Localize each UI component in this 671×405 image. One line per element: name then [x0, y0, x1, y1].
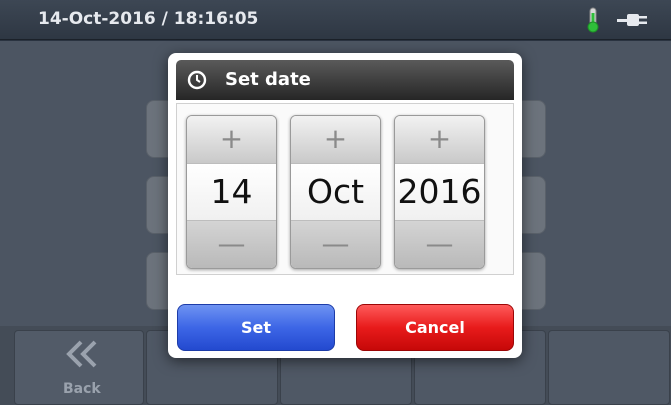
power-plug-icon — [617, 14, 647, 26]
status-bar: 14-Oct-2016 / 18:16:05 — [0, 0, 671, 40]
day-spinner: + 14 — — [186, 115, 277, 269]
year-spinner: + 2016 — — [394, 115, 485, 269]
month-decrement-button[interactable]: — — [291, 220, 380, 268]
month-increment-button[interactable]: + — [291, 116, 380, 164]
day-decrement-button[interactable]: — — [187, 220, 276, 268]
set-date-dialog: Set date + 14 — + Oct — + 2016 — Set Can… — [168, 53, 522, 358]
month-value: Oct — [291, 164, 380, 220]
year-increment-button[interactable]: + — [395, 116, 484, 164]
clock-icon — [187, 70, 207, 90]
day-increment-button[interactable]: + — [187, 116, 276, 164]
month-spinner: + Oct — — [290, 115, 381, 269]
thermometer-icon — [587, 7, 599, 33]
bottom-bar-segment — [548, 330, 670, 405]
status-datetime: 14-Oct-2016 / 18:16:05 — [38, 9, 259, 29]
dialog-header: Set date — [176, 60, 514, 100]
year-decrement-button[interactable]: — — [395, 220, 484, 268]
back-label: Back — [63, 381, 101, 397]
day-value: 14 — [187, 164, 276, 220]
year-value: 2016 — [395, 164, 484, 220]
screen: 14-Oct-2016 / 18:16:05 Back Set date + 1… — [0, 0, 671, 405]
cancel-button[interactable]: Cancel — [356, 304, 514, 351]
back-button[interactable]: Back — [14, 330, 144, 405]
set-button[interactable]: Set — [177, 304, 335, 351]
double-chevron-left-icon — [66, 340, 97, 368]
dialog-title: Set date — [225, 69, 311, 90]
